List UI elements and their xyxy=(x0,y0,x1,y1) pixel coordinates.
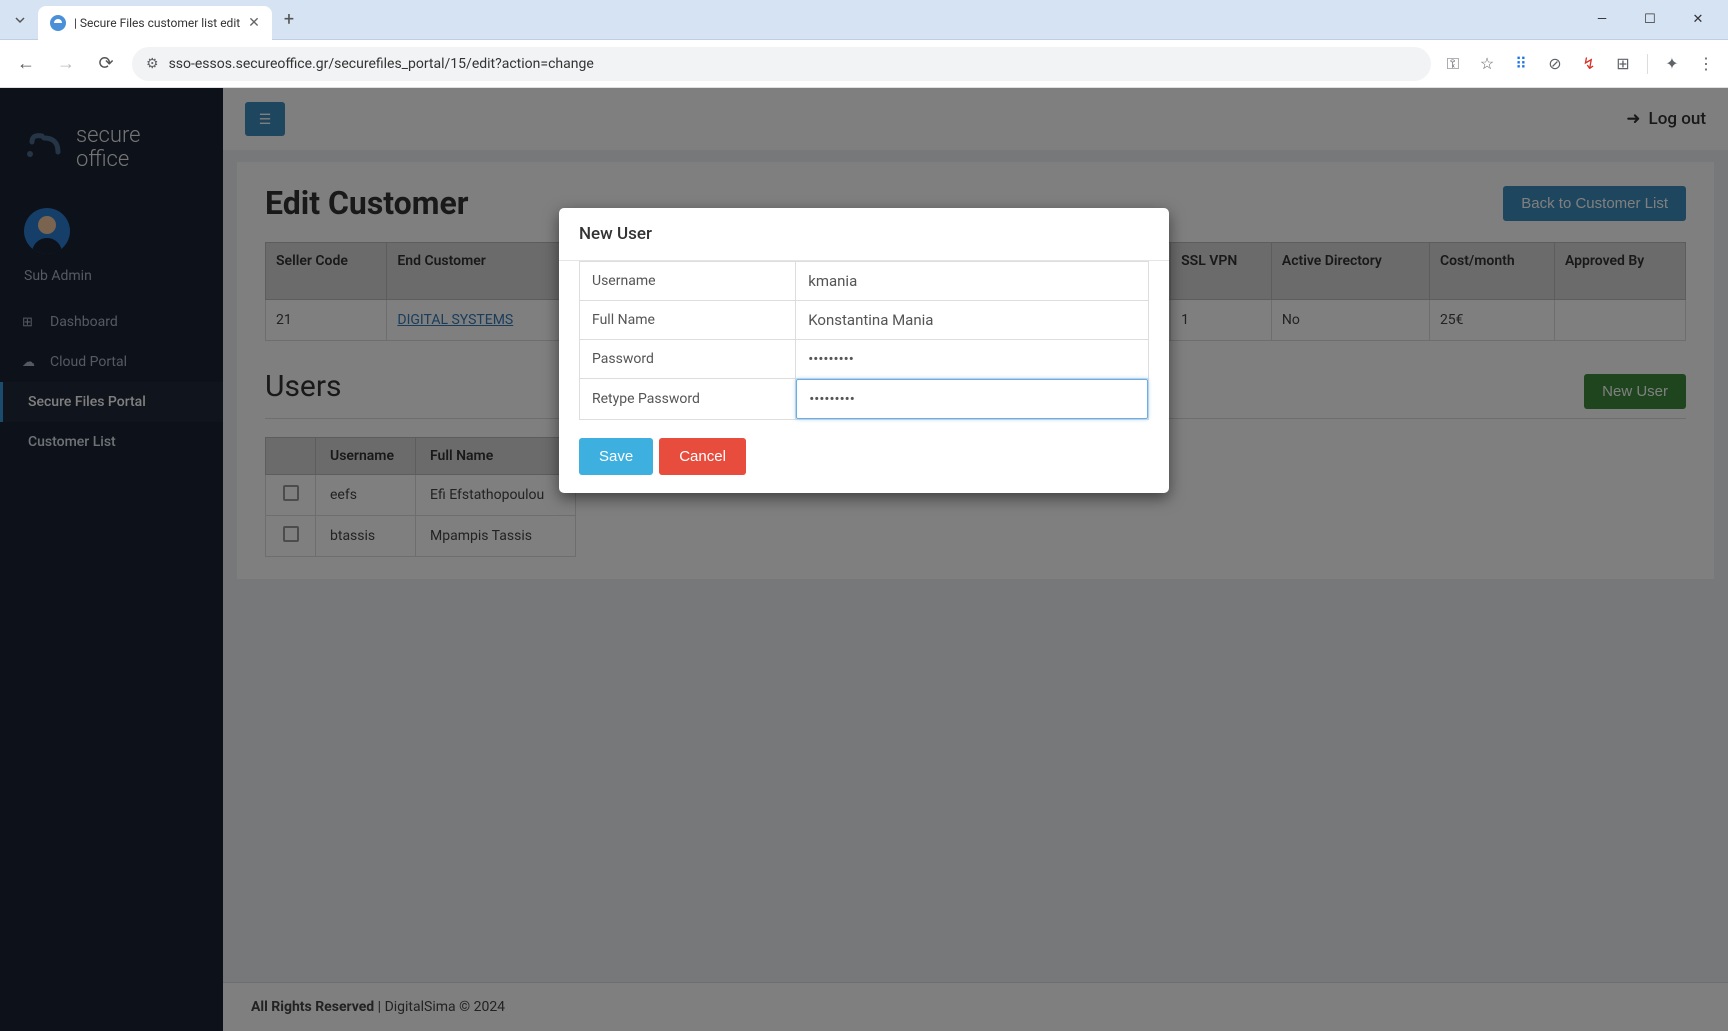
password-key-icon[interactable]: ⚿ xyxy=(1443,54,1463,74)
browser-tab-bar: | Secure Files customer list edit ✕ + — … xyxy=(0,0,1728,40)
browser-tab[interactable]: | Secure Files customer list edit ✕ xyxy=(38,6,272,40)
extension-icon-1[interactable]: ⊘ xyxy=(1545,54,1565,74)
save-button[interactable]: Save xyxy=(579,438,653,475)
username-label: Username xyxy=(580,262,796,301)
extension-icon-3[interactable]: ✦ xyxy=(1662,54,1682,74)
fullname-label: Full Name xyxy=(580,301,796,340)
tab-favicon-icon xyxy=(50,15,66,31)
window-close-icon[interactable]: ✕ xyxy=(1684,12,1712,27)
nav-forward-icon[interactable]: → xyxy=(52,50,80,78)
extension-icon-2[interactable]: ↯ xyxy=(1579,54,1599,74)
tab-search-dropdown[interactable] xyxy=(8,8,32,32)
browser-toolbar: ← → ⟳ ⚙ sso-essos.secureoffice.gr/secure… xyxy=(0,40,1728,88)
retype-password-input[interactable] xyxy=(796,379,1148,419)
fullname-input[interactable] xyxy=(796,301,1148,339)
window-minimize-icon[interactable]: — xyxy=(1588,12,1616,27)
url-text: sso-essos.secureoffice.gr/securefiles_po… xyxy=(169,56,594,72)
site-settings-icon[interactable]: ⚙ xyxy=(146,56,159,72)
extensions-puzzle-icon[interactable]: ⊞ xyxy=(1613,54,1633,74)
translate-icon[interactable]: ⠿ xyxy=(1511,54,1531,74)
cancel-button[interactable]: Cancel xyxy=(659,438,746,475)
nav-back-icon[interactable]: ← xyxy=(12,50,40,78)
new-tab-button[interactable]: + xyxy=(284,9,294,30)
new-user-modal: New User Username Full Name Password Ret… xyxy=(559,208,1169,493)
address-bar[interactable]: ⚙ sso-essos.secureoffice.gr/securefiles_… xyxy=(132,47,1431,81)
retype-password-label: Retype Password xyxy=(580,379,796,420)
password-label: Password xyxy=(580,340,796,379)
password-input[interactable] xyxy=(796,340,1148,378)
modal-title: New User xyxy=(559,208,1169,261)
nav-reload-icon[interactable]: ⟳ xyxy=(92,50,120,78)
chrome-menu-icon[interactable]: ⋮ xyxy=(1696,54,1716,74)
bookmark-star-icon[interactable]: ☆ xyxy=(1477,54,1497,74)
window-maximize-icon[interactable]: ☐ xyxy=(1636,12,1664,27)
close-tab-icon[interactable]: ✕ xyxy=(248,15,260,31)
tab-title: | Secure Files customer list edit xyxy=(74,16,240,30)
username-input[interactable] xyxy=(796,262,1148,300)
